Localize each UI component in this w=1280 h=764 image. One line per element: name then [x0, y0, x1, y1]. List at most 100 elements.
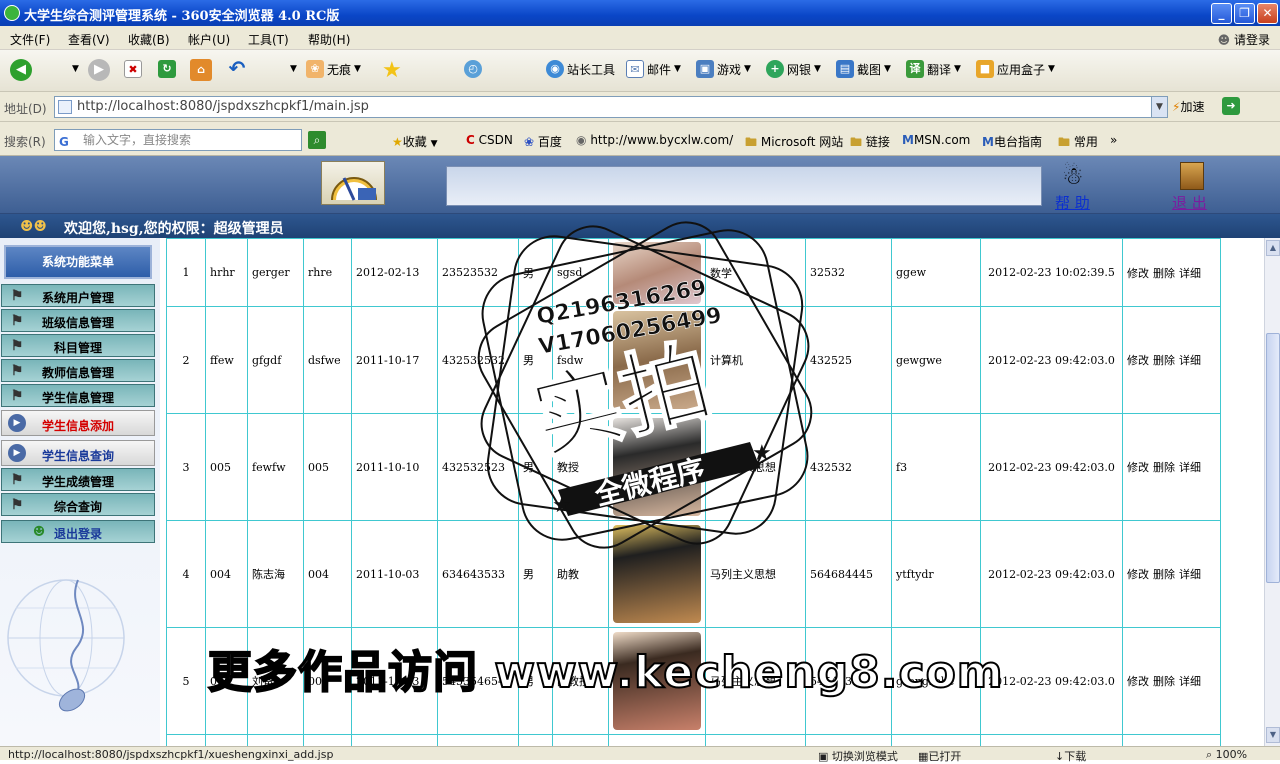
- fav-link-links[interactable]: 🖿 链接: [850, 133, 890, 154]
- sidebar-item-logout[interactable]: ☻ 退出登录: [1, 520, 155, 543]
- sidebar-item-student-query[interactable]: ▶ 学生信息查询: [1, 440, 155, 466]
- incognito-button[interactable]: ❀ 无痕 ▼: [306, 60, 361, 78]
- back-button[interactable]: ◀: [10, 59, 32, 81]
- fav-link-radio[interactable]: M电台指南: [982, 133, 1042, 150]
- cell-empty: [980, 734, 1123, 746]
- fav-more-button[interactable]: »: [1110, 133, 1117, 147]
- help-link[interactable]: 帮 助: [1055, 192, 1090, 213]
- search-input[interactable]: G 输入文字，直接搜索: [54, 129, 302, 151]
- menu-help[interactable]: 帮助(H): [308, 31, 350, 48]
- detail-link[interactable]: 详细: [1179, 461, 1201, 474]
- msn-icon: M: [982, 135, 994, 149]
- bank-button[interactable]: + 网银 ▼: [766, 60, 821, 78]
- url-dropdown-icon[interactable]: ▼: [1151, 97, 1167, 117]
- baidu-paw-icon: ❀: [524, 135, 535, 149]
- refresh-icon: ↻: [158, 60, 176, 78]
- download-button[interactable]: ↓下载: [1055, 748, 1086, 764]
- cell-actions: 修改 删除 详细: [1122, 520, 1221, 628]
- back-dropdown[interactable]: ▼: [72, 64, 79, 74]
- delete-link[interactable]: 删除: [1153, 461, 1175, 474]
- webmaster-tools-button[interactable]: ◉ 站长工具: [546, 60, 615, 78]
- menu-tools[interactable]: 工具(T): [248, 31, 289, 48]
- sidebar-item-class-info[interactable]: ⚑ 班级信息管理: [1, 309, 155, 332]
- switch-mode-button[interactable]: ▣ 切换浏览模式: [818, 748, 898, 764]
- games-button[interactable]: ▣ 游戏 ▼: [696, 60, 751, 78]
- header-banner: [446, 166, 1042, 206]
- favorite-star-icon[interactable]: ★: [382, 58, 402, 83]
- go-arrow-icon[interactable]: ➜: [1222, 97, 1240, 115]
- fav-link-microsoft[interactable]: 🖿 Microsoft 网站: [745, 133, 843, 154]
- maximize-button[interactable]: ❐: [1234, 3, 1255, 24]
- mail-button[interactable]: ✉ 邮件 ▼: [626, 60, 681, 78]
- sidebar-item-user-management[interactable]: ⚑ 系统用户管理: [1, 284, 155, 307]
- edit-link[interactable]: 修改: [1127, 568, 1149, 581]
- sidebar-item-comprehensive-query[interactable]: ⚑ 综合查询: [1, 493, 155, 516]
- minimize-button[interactable]: _: [1211, 3, 1232, 24]
- detail-link[interactable]: 详细: [1179, 354, 1201, 367]
- stop-button[interactable]: ✖: [124, 60, 142, 78]
- delete-link[interactable]: 删除: [1153, 568, 1175, 581]
- menu-favorites[interactable]: 收藏(B): [128, 31, 170, 48]
- stop-icon: ✖: [124, 60, 142, 78]
- users-icon: ☻☻: [20, 217, 47, 235]
- fav-link-csdn[interactable]: C CSDN: [466, 133, 513, 147]
- fav-link-baidu[interactable]: ❀ 百度: [524, 133, 562, 150]
- menu-view[interactable]: 查看(V): [68, 31, 110, 48]
- forward-arrow-icon: ▶: [88, 59, 110, 81]
- close-button[interactable]: ✕: [1257, 3, 1278, 24]
- detail-link[interactable]: 详细: [1179, 675, 1201, 688]
- cell-no: 4: [166, 520, 206, 628]
- translate-button[interactable]: 译翻译 ▼: [906, 60, 961, 78]
- edit-link[interactable]: 修改: [1127, 354, 1149, 367]
- exit-door-icon: [1180, 162, 1204, 190]
- delete-link[interactable]: 删除: [1153, 675, 1175, 688]
- sidebar-item-score-management[interactable]: ⚑ 学生成绩管理: [1, 468, 155, 491]
- fav-link-bycxlw[interactable]: ◉ http://www.bycxlw.com/: [576, 133, 733, 147]
- forward-button[interactable]: ▶: [88, 59, 110, 81]
- scroll-up-icon[interactable]: ▲: [1266, 240, 1280, 256]
- cell-empty: [891, 734, 981, 746]
- sidebar-item-subjects[interactable]: ⚑ 科目管理: [1, 334, 155, 357]
- cell-id: 005: [205, 413, 248, 521]
- sidebar-item-student-add[interactable]: ▶ 学生信息添加: [1, 410, 155, 436]
- cell-remark: gewgwe: [891, 306, 981, 414]
- home-button[interactable]: ⌂: [190, 59, 212, 81]
- sidebar-item-teacher-info[interactable]: ⚑ 教师信息管理: [1, 359, 155, 382]
- detail-link[interactable]: 详细: [1179, 568, 1201, 581]
- sidebar-item-student-info[interactable]: ⚑ 学生信息管理: [1, 384, 155, 407]
- detail-link[interactable]: 详细: [1179, 267, 1201, 280]
- login-link[interactable]: ☻ 请登录: [1218, 31, 1270, 48]
- undo-dropdown[interactable]: ▼: [290, 64, 297, 74]
- accelerate-button[interactable]: ⚡加速: [1172, 98, 1204, 115]
- user-icon: ☻: [1217, 33, 1231, 47]
- mail-icon: ✉: [626, 60, 644, 78]
- favorites-button[interactable]: ★收藏 ▼: [392, 133, 438, 150]
- app-box-button[interactable]: ■ 应用盒子 ▼: [976, 60, 1055, 78]
- screenshot-button[interactable]: ▤ 截图 ▼: [836, 60, 891, 78]
- cell-remark: ggew: [891, 238, 981, 307]
- url-input[interactable]: http://localhost:8080/jspdxszhcpkf1/main…: [54, 96, 1168, 118]
- cell-actions: 修改 删除 详细: [1122, 306, 1221, 414]
- fav-link-msn[interactable]: MMSN.com: [902, 133, 970, 147]
- opened-indicator[interactable]: ▦已打开: [918, 748, 961, 764]
- refresh-button[interactable]: ↻: [158, 60, 176, 78]
- cell-name: gfgdf: [247, 306, 304, 414]
- menu-account[interactable]: 帐户(U): [188, 31, 230, 48]
- search-go-icon[interactable]: ⌕: [308, 131, 326, 149]
- delete-link[interactable]: 删除: [1153, 267, 1175, 280]
- scroll-down-icon[interactable]: ▼: [1266, 727, 1280, 743]
- undo-button[interactable]: ↶: [228, 58, 246, 78]
- google-icon: G: [59, 135, 69, 149]
- vertical-scrollbar[interactable]: ▲ ▼: [1264, 238, 1280, 746]
- menu-file[interactable]: 文件(F): [10, 31, 50, 48]
- star-icon: ★: [552, 493, 572, 518]
- delete-link[interactable]: 删除: [1153, 354, 1175, 367]
- edit-link[interactable]: 修改: [1127, 267, 1149, 280]
- scroll-thumb[interactable]: [1266, 333, 1280, 583]
- logout-link[interactable]: 退 出: [1172, 192, 1207, 213]
- history-button[interactable]: ◴: [464, 60, 482, 78]
- edit-link[interactable]: 修改: [1127, 675, 1149, 688]
- edit-link[interactable]: 修改: [1127, 461, 1149, 474]
- csdn-icon: C: [466, 133, 475, 147]
- fav-link-common[interactable]: 🖿 常用: [1058, 133, 1098, 154]
